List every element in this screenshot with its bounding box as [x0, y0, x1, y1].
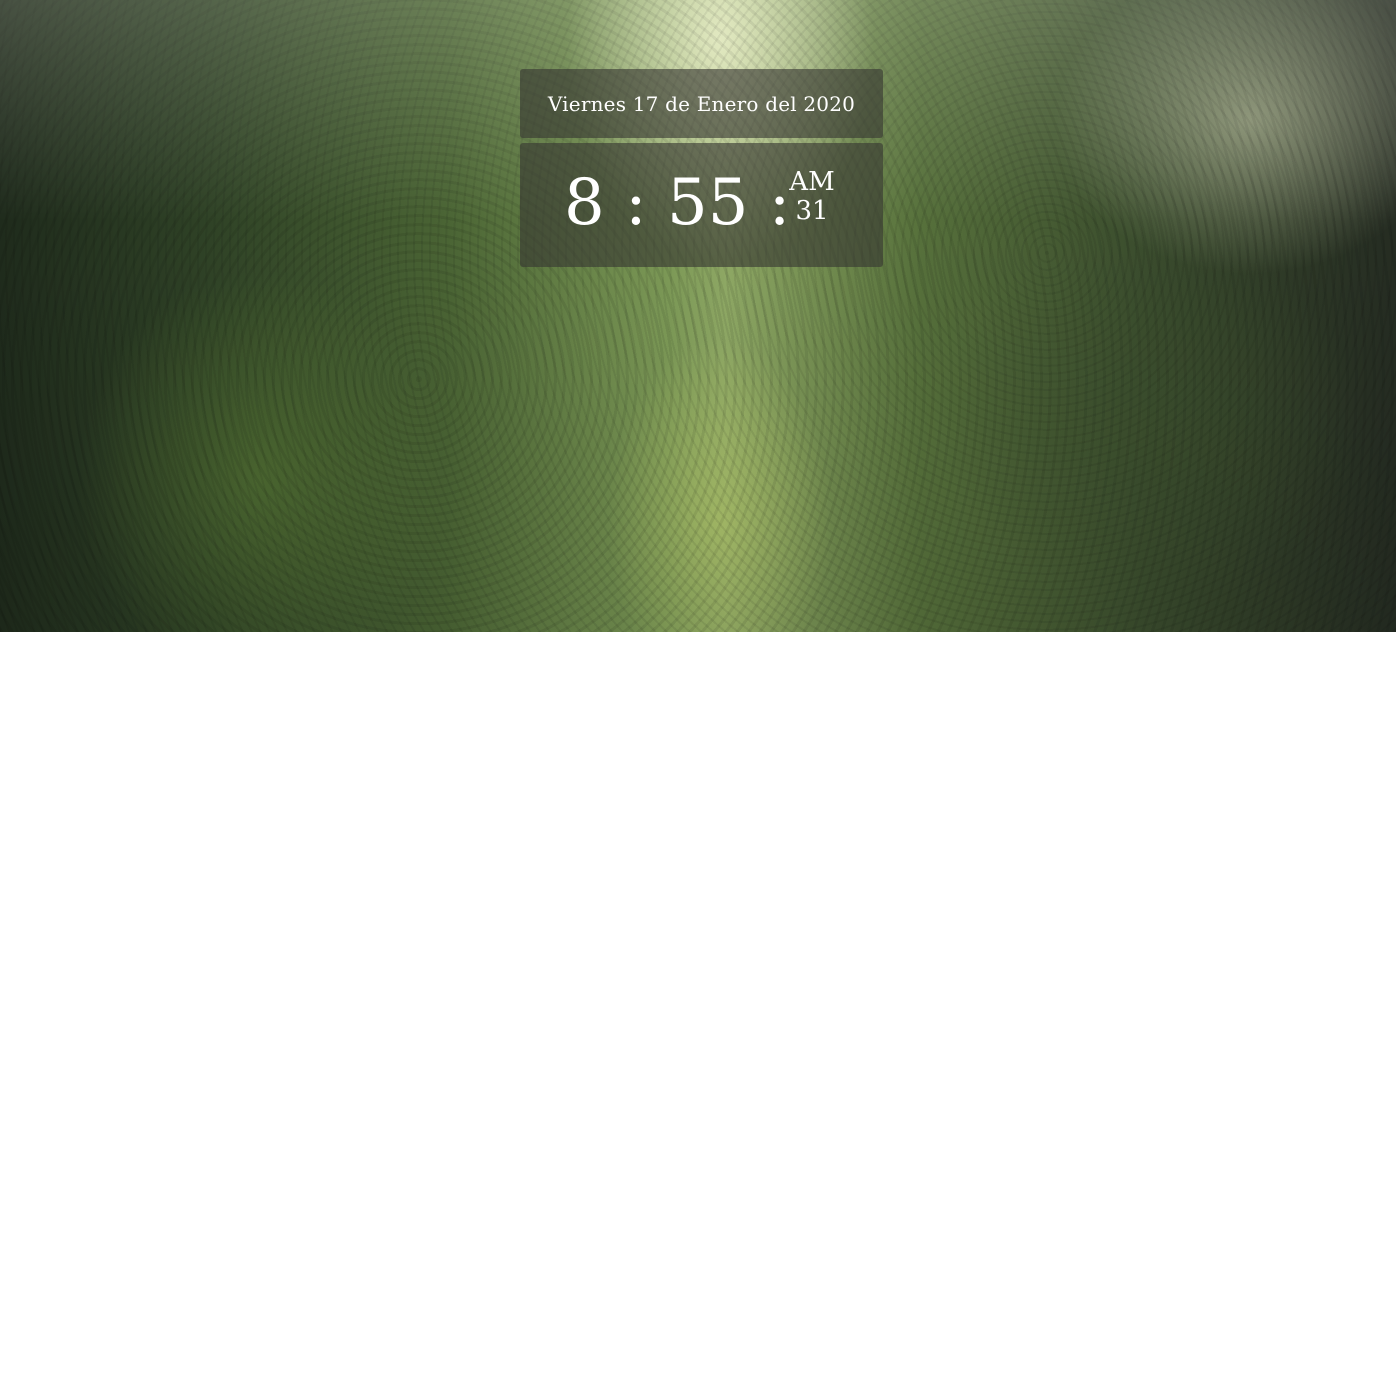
clock-panel: 8 : 55 : AM 31	[520, 143, 883, 267]
clock-minutes: 55	[666, 166, 749, 240]
clock-ampm: AM	[789, 167, 835, 197]
date-label: Viernes 17 de Enero del 2020	[547, 91, 856, 116]
clock-hours: 8	[564, 166, 605, 240]
clock-seconds: 31	[795, 196, 829, 226]
clock-separator-1: :	[625, 166, 647, 240]
date-panel: Viernes 17 de Enero del 2020	[520, 69, 883, 138]
clock-side-info: AM 31	[782, 167, 842, 225]
clock-time: 8 : 55 :	[564, 169, 790, 237]
